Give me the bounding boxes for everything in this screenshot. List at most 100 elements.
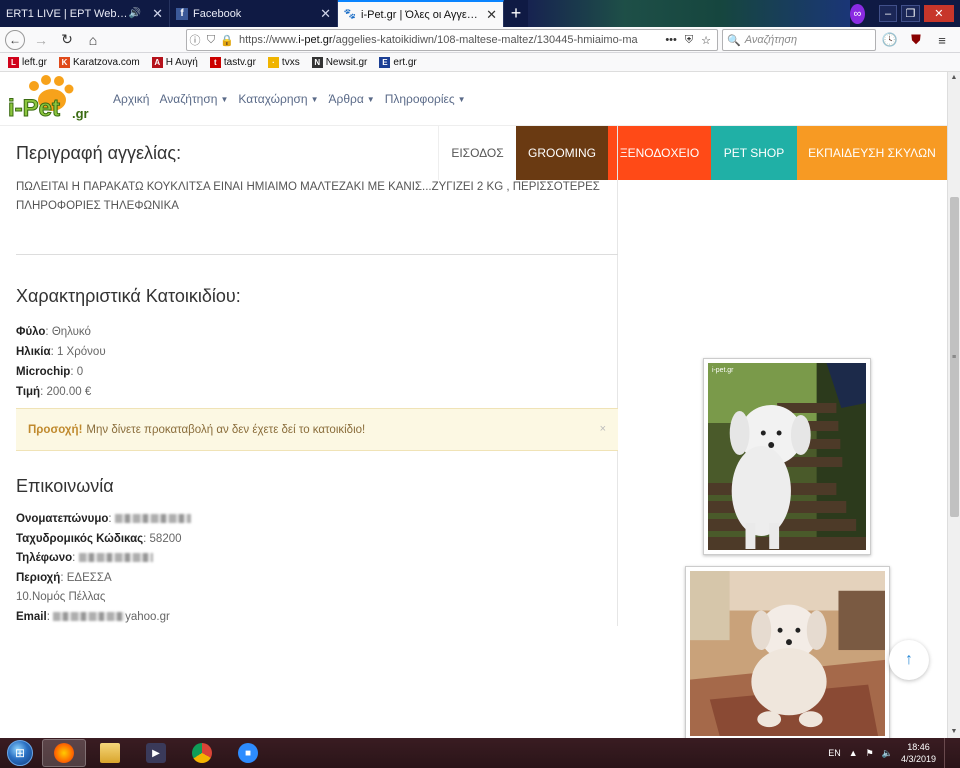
bookmark-label: left.gr: [22, 56, 48, 68]
description-text: ΠΩΛΕΙΤΑΙ Η ΠΑΡΑΚΑΤΩ ΚΟΥΚΛΙΤΣΑ ΕΙΝΑΙ ΗΜΙΑ…: [16, 181, 600, 212]
hotel-button[interactable]: ΞΕΝΟΔΟΧΕΙΟ: [608, 126, 711, 180]
pet-shop-button[interactable]: PET SHOP: [711, 126, 797, 180]
taskbar-explorer[interactable]: [88, 739, 132, 767]
chrome-icon: [192, 743, 212, 763]
characteristic-row: Φύλο: Θηλυκό: [16, 326, 91, 338]
tab-title: i-Pet.gr | Όλες οι Αγγελίες - Μα: [361, 8, 480, 21]
bookmark-label: ert.gr: [393, 56, 417, 68]
menu-icon[interactable]: ≡: [932, 29, 952, 51]
restore-button[interactable]: ❐: [901, 5, 920, 22]
characteristics-title: Χαρακτηριστικά Κατοικιδίου:: [16, 286, 241, 306]
i-pet-logo[interactable]: i-Pet .gr: [6, 72, 102, 126]
nav-item[interactable]: Άρθρα ▼: [329, 92, 375, 106]
media-player-icon: ▶: [146, 743, 166, 763]
chevron-down-icon: ▼: [220, 94, 229, 104]
nav-item[interactable]: Αρχική: [113, 92, 149, 106]
contact-zip-value: 58200: [149, 532, 182, 545]
bookmark-item[interactable]: Lleft.gr: [8, 56, 48, 68]
back-to-top-button[interactable]: ↑: [889, 640, 929, 680]
pet-photo-1[interactable]: i-pet.gr: [703, 358, 871, 555]
scroll-down-icon[interactable]: ▼: [950, 728, 958, 736]
window-controls: ∞ – ❐ ✕: [850, 0, 960, 27]
back-arrow-icon: ←: [5, 29, 25, 50]
pet-photo-2[interactable]: [685, 566, 890, 738]
characteristic-row: Ηλικία: 1 Χρόνου: [16, 346, 106, 358]
characteristic-label: Ηλικία: [16, 346, 51, 358]
bookmark-item[interactable]: · tvxs: [267, 56, 300, 68]
dog-training-button[interactable]: ΕΚΠΑΙΔΕΥΣΗ ΣΚΥΛΩΝ: [797, 126, 947, 180]
private-browsing-icon: ∞: [850, 3, 865, 24]
ublock-icon[interactable]: ⛊: [906, 29, 926, 51]
close-tab-icon[interactable]: ✕: [486, 7, 497, 23]
bookmark-label: Newsit.gr: [325, 56, 368, 68]
address-bar[interactable]: ⓘ ⛉ 🔒 https://www.i-pet.gr/aggelies-kato…: [186, 29, 718, 51]
tab-strip-background: [528, 0, 850, 27]
bookmark-item[interactable]: Eert.gr: [379, 56, 417, 68]
show-hidden-icons-icon[interactable]: ▲: [849, 748, 858, 758]
pocket-icon[interactable]: ⛨: [685, 34, 693, 47]
close-window-button[interactable]: ✕: [923, 5, 954, 22]
volume-icon[interactable]: 🔈: [882, 748, 893, 759]
site-header: i-Pet .gr Αρχική Αναζήτηση ▼ Καταχώρηση ▼ Άρθ…: [0, 72, 947, 126]
tab-i-pet[interactable]: 🐾 i-Pet.gr | Όλες οι Αγγελίες - Μα ✕: [338, 0, 504, 27]
info-icon[interactable]: ⓘ: [187, 32, 203, 48]
clock[interactable]: 18:46 4/3/2019: [901, 741, 936, 765]
start-button[interactable]: ⊞: [0, 738, 40, 768]
chevron-down-icon: ▼: [310, 94, 319, 104]
close-tab-icon[interactable]: ✕: [152, 6, 163, 22]
network-icon[interactable]: ⚑: [866, 748, 874, 759]
back-button[interactable]: ←: [2, 28, 28, 52]
bookmark-item[interactable]: K Karatzova.com: [59, 56, 140, 68]
bookmark-favicon-icon: E: [379, 56, 391, 68]
taskbar-chrome[interactable]: [180, 739, 224, 767]
scroll-up-icon[interactable]: ▲: [950, 74, 958, 82]
clock-time: 18:46: [907, 742, 930, 752]
minimize-button[interactable]: –: [878, 5, 898, 22]
lock-icon[interactable]: 🔒: [219, 34, 235, 47]
history-icon[interactable]: 🕓: [880, 29, 900, 51]
nav-item[interactable]: Πληροφορίες ▼: [385, 92, 466, 106]
bookmark-item[interactable]: t tastv.gr: [209, 56, 256, 68]
nav-item[interactable]: Αναζήτηση ▼: [159, 92, 228, 106]
reload-button[interactable]: ↻: [54, 28, 80, 52]
close-tab-icon[interactable]: ✕: [320, 6, 331, 22]
speaker-icon[interactable]: 🔊: [129, 8, 141, 20]
bookmark-favicon-icon: A: [151, 56, 163, 68]
paw-icon: 🐾: [343, 9, 357, 20]
tab-facebook[interactable]: f Facebook ✕: [170, 0, 338, 27]
taskbar-firefox[interactable]: [42, 739, 86, 767]
divider: [16, 254, 618, 255]
url-text[interactable]: https://www.i-pet.gr/aggelies-katoikidiw…: [239, 34, 659, 46]
bookmark-star-icon[interactable]: ☆: [701, 34, 711, 47]
taskbar-media-player[interactable]: ▶: [134, 739, 178, 767]
home-button[interactable]: ⌂: [80, 28, 106, 52]
bookmark-item[interactable]: AΗ Αυγή: [151, 56, 198, 68]
bookmark-favicon-icon: N: [311, 56, 323, 68]
svg-text:i-Pet: i-Pet: [8, 95, 60, 122]
home-icon: ⌂: [88, 31, 98, 48]
page-scrollbar[interactable]: ▲ ≡ ▼: [947, 72, 960, 738]
language-indicator[interactable]: EN: [828, 748, 841, 758]
nav-item-label: Πληροφορίες: [384, 92, 455, 106]
show-desktop-button[interactable]: [944, 738, 954, 768]
alert-text: Μην δίνετε προκαταβολή αν δεν έχετε δεί …: [86, 423, 366, 436]
bookmark-item[interactable]: N Newsit.gr: [311, 56, 368, 68]
chevron-down-icon: ▼: [457, 94, 466, 104]
tab-ert1-live[interactable]: ERT1 LIVE | EPT WebTV 🔊 ✕: [0, 0, 170, 27]
toolbar-right: 🕓 ⛊ ≡: [880, 29, 952, 51]
forward-arrow-icon: →: [34, 31, 48, 48]
windows-logo-icon: ⊞: [7, 740, 33, 766]
contact-email-suffix[interactable]: yahoo.gr: [125, 611, 170, 623]
search-box[interactable]: 🔍 Αναζήτηση: [722, 29, 876, 51]
page-actions-icon[interactable]: •••: [665, 34, 677, 47]
tracking-shield-icon[interactable]: ⛉: [203, 34, 219, 47]
nav-item[interactable]: Καταχώρηση ▼: [238, 92, 318, 106]
taskbar-zoom[interactable]: ■: [226, 739, 270, 767]
screen: ERT1 LIVE | EPT WebTV 🔊 ✕ f Facebook ✕ 🐾…: [0, 0, 960, 768]
new-tab-button[interactable]: +: [504, 0, 528, 27]
contact-phone-row: Τηλέφωνο:: [16, 549, 191, 569]
forward-button[interactable]: →: [28, 28, 54, 52]
characteristics-list: Φύλο: Θηλυκό Ηλικία: 1 Χρόνου Microchip: 0…: [16, 322, 106, 402]
alert-close-button[interactable]: ×: [600, 423, 606, 435]
contact-list: Ονοματεπώνυμο: Ταχυδρομικός Κώδικας: 582…: [16, 510, 191, 627]
